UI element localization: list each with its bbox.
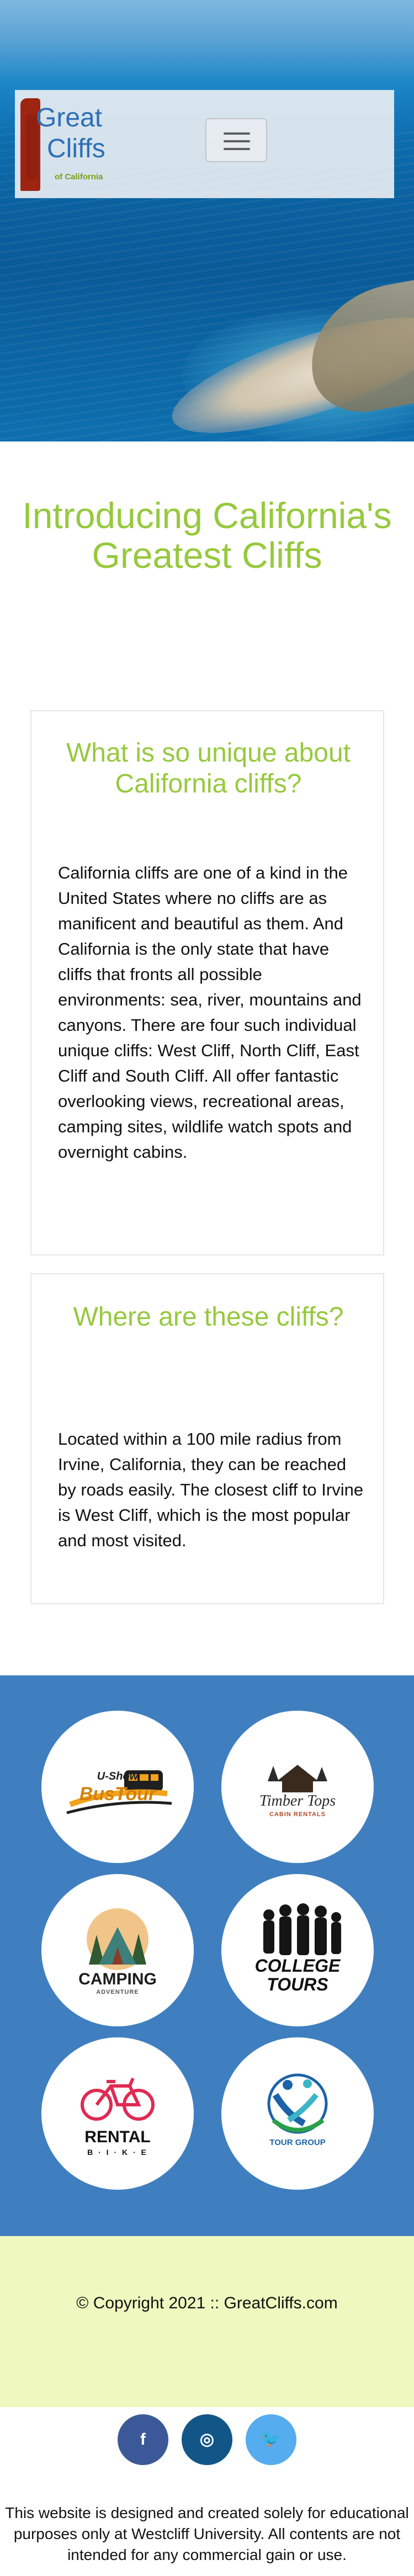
instagram-icon: ◎ bbox=[199, 2430, 215, 2449]
hamburger-icon-bar bbox=[224, 148, 250, 150]
partner-logo-tour-group[interactable]: TOUR GROUP bbox=[221, 2037, 374, 2190]
footer bbox=[0, 2236, 414, 2407]
partner-logo-timber-tops[interactable]: Timber Tops CABIN RENTALS bbox=[221, 1711, 374, 1863]
instagram-button[interactable]: ◎ bbox=[182, 2414, 232, 2465]
facebook-button[interactable]: f bbox=[118, 2414, 168, 2465]
menu-toggle-button[interactable] bbox=[205, 118, 267, 162]
cabin-icon bbox=[268, 1765, 327, 1792]
hamburger-icon-bar bbox=[224, 140, 250, 142]
bicycle-icon bbox=[81, 2077, 155, 2121]
partner-line1: U-Show bbox=[97, 1770, 139, 1782]
hamburger-icon bbox=[224, 132, 250, 135]
card-body: Located within a 100 mile radius from Ir… bbox=[58, 1429, 364, 1550]
card-body: California cliffs are one of a kind in t… bbox=[58, 863, 362, 1162]
page-title: Introducing California's Greatest Cliffs bbox=[22, 495, 392, 576]
partners-section: U-Show BusTour Timber Tops CABIN RENTALS… bbox=[0, 1675, 414, 2236]
info-card: Where are these cliffs? Located within a… bbox=[30, 1273, 384, 1604]
partner-logo-camping[interactable]: CAMPING ADVENTURE bbox=[41, 1874, 194, 2026]
partner-line1: RENTAL bbox=[84, 2128, 151, 2146]
tent-icon bbox=[87, 1908, 148, 1970]
facebook-icon: f bbox=[140, 2430, 146, 2449]
logo-line1: Great bbox=[36, 103, 103, 132]
partner-line2: TOURS bbox=[267, 1974, 328, 1994]
partner-line1: Timber Tops bbox=[259, 1792, 336, 1809]
logo-tagline: of California bbox=[55, 172, 103, 182]
tour-group-icon bbox=[267, 2073, 328, 2134]
partner-line2: ADVENTURE bbox=[96, 1989, 139, 1995]
partner-line1: TOUR GROUP bbox=[269, 2138, 326, 2147]
partner-line1: COLLEGE bbox=[254, 1956, 341, 1976]
twitter-button[interactable]: 🐦 bbox=[246, 2414, 296, 2465]
card-heading: Where are these cliffs? bbox=[73, 1302, 344, 1332]
info-card: What is so unique about California cliff… bbox=[30, 710, 384, 1255]
students-icon bbox=[263, 1903, 341, 1955]
partner-logo-rental-bike[interactable]: RENTAL B · I · K · E bbox=[41, 2037, 194, 2190]
partner-line2: CABIN RENTALS bbox=[269, 1811, 326, 1818]
copyright-text: © Copyright 2021 :: GreatCliffs.com bbox=[76, 2294, 338, 2312]
logo-line2: Cliffs bbox=[47, 134, 105, 163]
partner-line2: BusTour bbox=[79, 1784, 156, 1805]
site-logo[interactable]: Great Cliffs of California bbox=[20, 98, 125, 191]
partner-logo-bus-tour[interactable]: U-Show BusTour bbox=[41, 1711, 194, 1863]
disclaimer-text: This website is designed and created sol… bbox=[5, 2504, 409, 2563]
partner-logo-college-tours[interactable]: COLLEGE TOURS bbox=[221, 1874, 374, 2026]
partner-line2: B · I · K · E bbox=[87, 2148, 148, 2157]
hero-banner: Great Cliffs of California bbox=[0, 0, 414, 441]
partner-line1: CAMPING bbox=[78, 1970, 157, 1988]
card-heading: What is so unique about California cliff… bbox=[66, 738, 351, 799]
twitter-icon: 🐦 bbox=[261, 2430, 282, 2449]
navbar: Great Cliffs of California bbox=[15, 90, 394, 198]
